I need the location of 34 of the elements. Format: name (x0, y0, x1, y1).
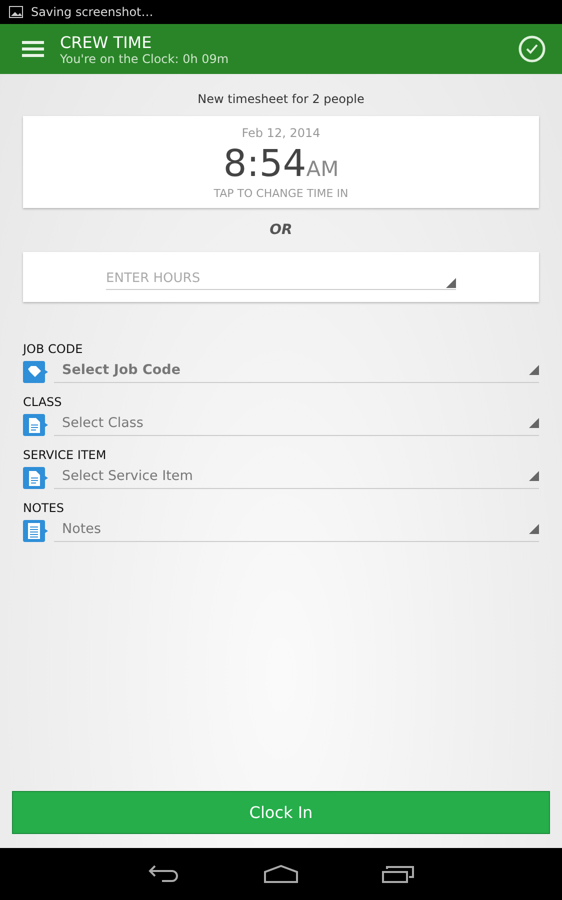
dropdown-arrow-icon (446, 278, 456, 288)
select-field[interactable]: Select Job Code (54, 360, 539, 383)
clock-icon[interactable] (518, 35, 546, 63)
app-title: CREW TIME (60, 32, 153, 52)
tag-icon (23, 360, 48, 382)
document-icon (23, 414, 48, 436)
ampm-text: AM (306, 157, 339, 181)
dropdown-arrow-icon (529, 418, 539, 428)
or-separator: OR (270, 222, 292, 238)
document-icon (23, 466, 48, 488)
field-label: NOTES (23, 501, 64, 515)
change-time-hint: TAP TO CHANGE TIME IN (214, 187, 348, 200)
recent-apps-icon[interactable] (382, 865, 414, 883)
notification-text: Saving screenshot… (31, 5, 154, 19)
dropdown-arrow-icon (529, 365, 539, 375)
dropdown-arrow-icon (529, 524, 539, 534)
notepad-icon (23, 520, 48, 542)
time-text: 8:54 (223, 142, 306, 185)
back-icon[interactable] (148, 865, 180, 883)
date-text: Feb 12, 2014 (242, 126, 320, 140)
picture-notification-icon (9, 6, 23, 18)
select-field[interactable]: Notes (54, 519, 539, 542)
home-icon[interactable] (264, 865, 298, 883)
select-field[interactable]: Select Service Item (54, 466, 539, 489)
dropdown-arrow-icon (529, 471, 539, 481)
clock-status: You're on the Clock: 0h 09m (60, 52, 230, 66)
time-card[interactable]: Feb 12, 2014 8:54AM TAP TO CHANGE TIME IN (23, 116, 539, 208)
timesheet-header: New timesheet for 2 people (198, 92, 364, 106)
field-label: SERVICE ITEM (23, 448, 106, 462)
select-field[interactable]: Select Class (54, 413, 539, 436)
clock-in-button[interactable]: Clock In (12, 791, 550, 834)
field-label: JOB CODE (23, 342, 83, 356)
menu-icon[interactable] (22, 41, 44, 57)
field-label: CLASS (23, 395, 62, 409)
